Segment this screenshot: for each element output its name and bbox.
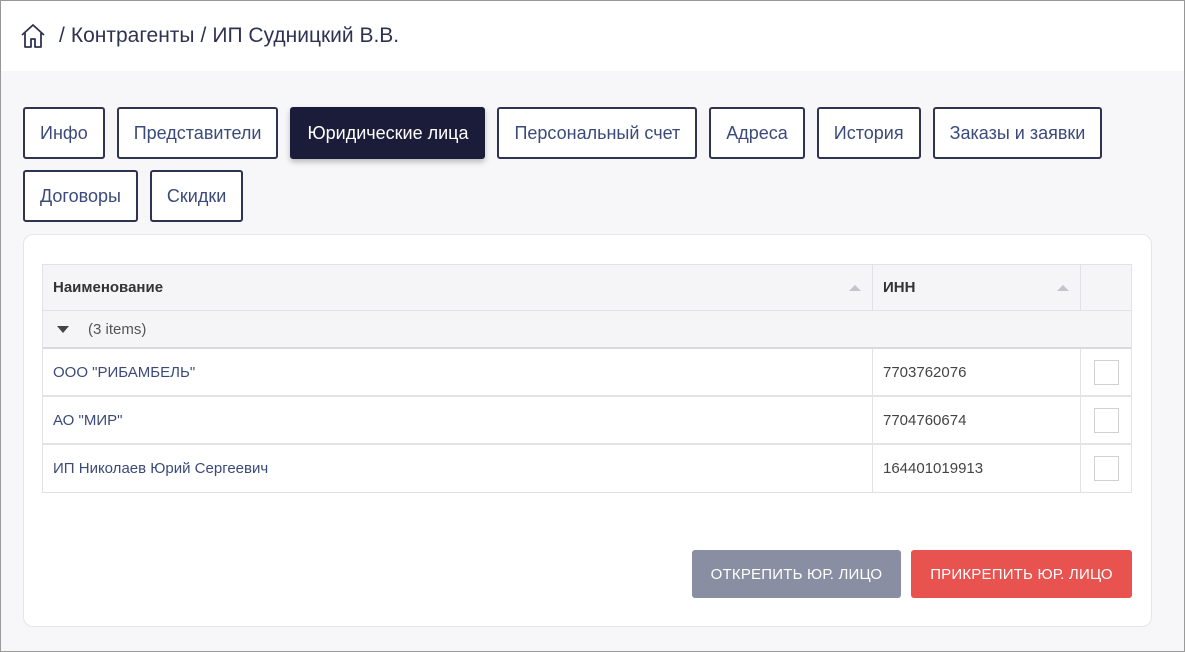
tab-contracts[interactable]: Договоры <box>23 170 138 222</box>
breadcrumb-separator: / <box>200 24 207 47</box>
tab-addresses[interactable]: Адреса <box>709 107 805 159</box>
tab-personal-account[interactable]: Персональный счет <box>497 107 698 159</box>
tab-history[interactable]: История <box>816 107 921 159</box>
table-header: Наименование ИНН <box>43 265 1131 311</box>
row-checkbox[interactable] <box>1093 456 1119 481</box>
group-count: (3 items) <box>88 320 147 338</box>
top-bar: / Контрагенты / ИП Судницкий В.В. <box>1 1 1184 71</box>
column-header-select <box>1081 265 1131 310</box>
table-row: АО "МИР" 7704760674 <box>43 397 1131 445</box>
group-row: (3 items) <box>43 311 1131 349</box>
chevron-down-icon[interactable] <box>56 324 70 334</box>
column-header-inn-label: ИНН <box>883 279 916 296</box>
tab-discounts[interactable]: Скидки <box>149 170 244 222</box>
column-header-name-label: Наименование <box>53 279 164 296</box>
sort-up-icon[interactable] <box>848 283 862 293</box>
legal-entities-panel: Наименование ИНН (3 items) ООО "РИБАМБЕЛ… <box>23 234 1152 627</box>
table-row: ИП Николаев Юрий Сергеевич 164401019913 <box>43 445 1131 492</box>
row-checkbox[interactable] <box>1093 407 1119 433</box>
breadcrumb: / Контрагенты / ИП Судницкий В.В. <box>19 22 399 50</box>
legal-entities-table: Наименование ИНН (3 items) ООО "РИБАМБЕЛ… <box>42 264 1132 493</box>
tab-legal-entities[interactable]: Юридические лица <box>290 107 486 159</box>
tab-info[interactable]: Инфо <box>23 107 105 159</box>
tab-bar: Инфо Представители Юридические лица Перс… <box>23 107 1143 222</box>
tab-representatives[interactable]: Представители <box>116 107 279 159</box>
attach-legal-entity-button[interactable]: ПРИКРЕПИТЬ ЮР. ЛИЦО <box>911 550 1132 598</box>
entity-name[interactable]: АО "МИР" <box>43 397 873 443</box>
entity-inn: 7704760674 <box>873 397 1081 443</box>
row-select <box>1081 349 1131 395</box>
entity-inn: 164401019913 <box>873 445 1081 492</box>
breadcrumb-current: ИП Судницкий В.В. <box>212 24 400 47</box>
main-content: Инфо Представители Юридические лица Перс… <box>1 71 1184 651</box>
detach-legal-entity-button[interactable]: ОТКРЕПИТЬ ЮР. ЛИЦО <box>692 550 901 598</box>
sort-up-icon[interactable] <box>1056 283 1070 293</box>
entity-name[interactable]: ИП Николаев Юрий Сергеевич <box>43 445 873 492</box>
row-checkbox[interactable] <box>1093 359 1119 385</box>
breadcrumb-contractors[interactable]: Контрагенты <box>71 24 195 48</box>
home-icon[interactable] <box>19 22 47 50</box>
table-row: ООО "РИБАМБЕЛЬ" 7703762076 <box>43 349 1131 397</box>
column-header-name[interactable]: Наименование <box>43 265 873 310</box>
entity-inn: 7703762076 <box>873 349 1081 395</box>
column-header-inn[interactable]: ИНН <box>873 265 1081 310</box>
entity-name[interactable]: ООО "РИБАМБЕЛЬ" <box>43 349 873 395</box>
row-select <box>1081 397 1131 443</box>
breadcrumb-separator: / <box>59 24 65 47</box>
row-select <box>1081 445 1131 492</box>
tab-orders[interactable]: Заказы и заявки <box>932 107 1103 159</box>
